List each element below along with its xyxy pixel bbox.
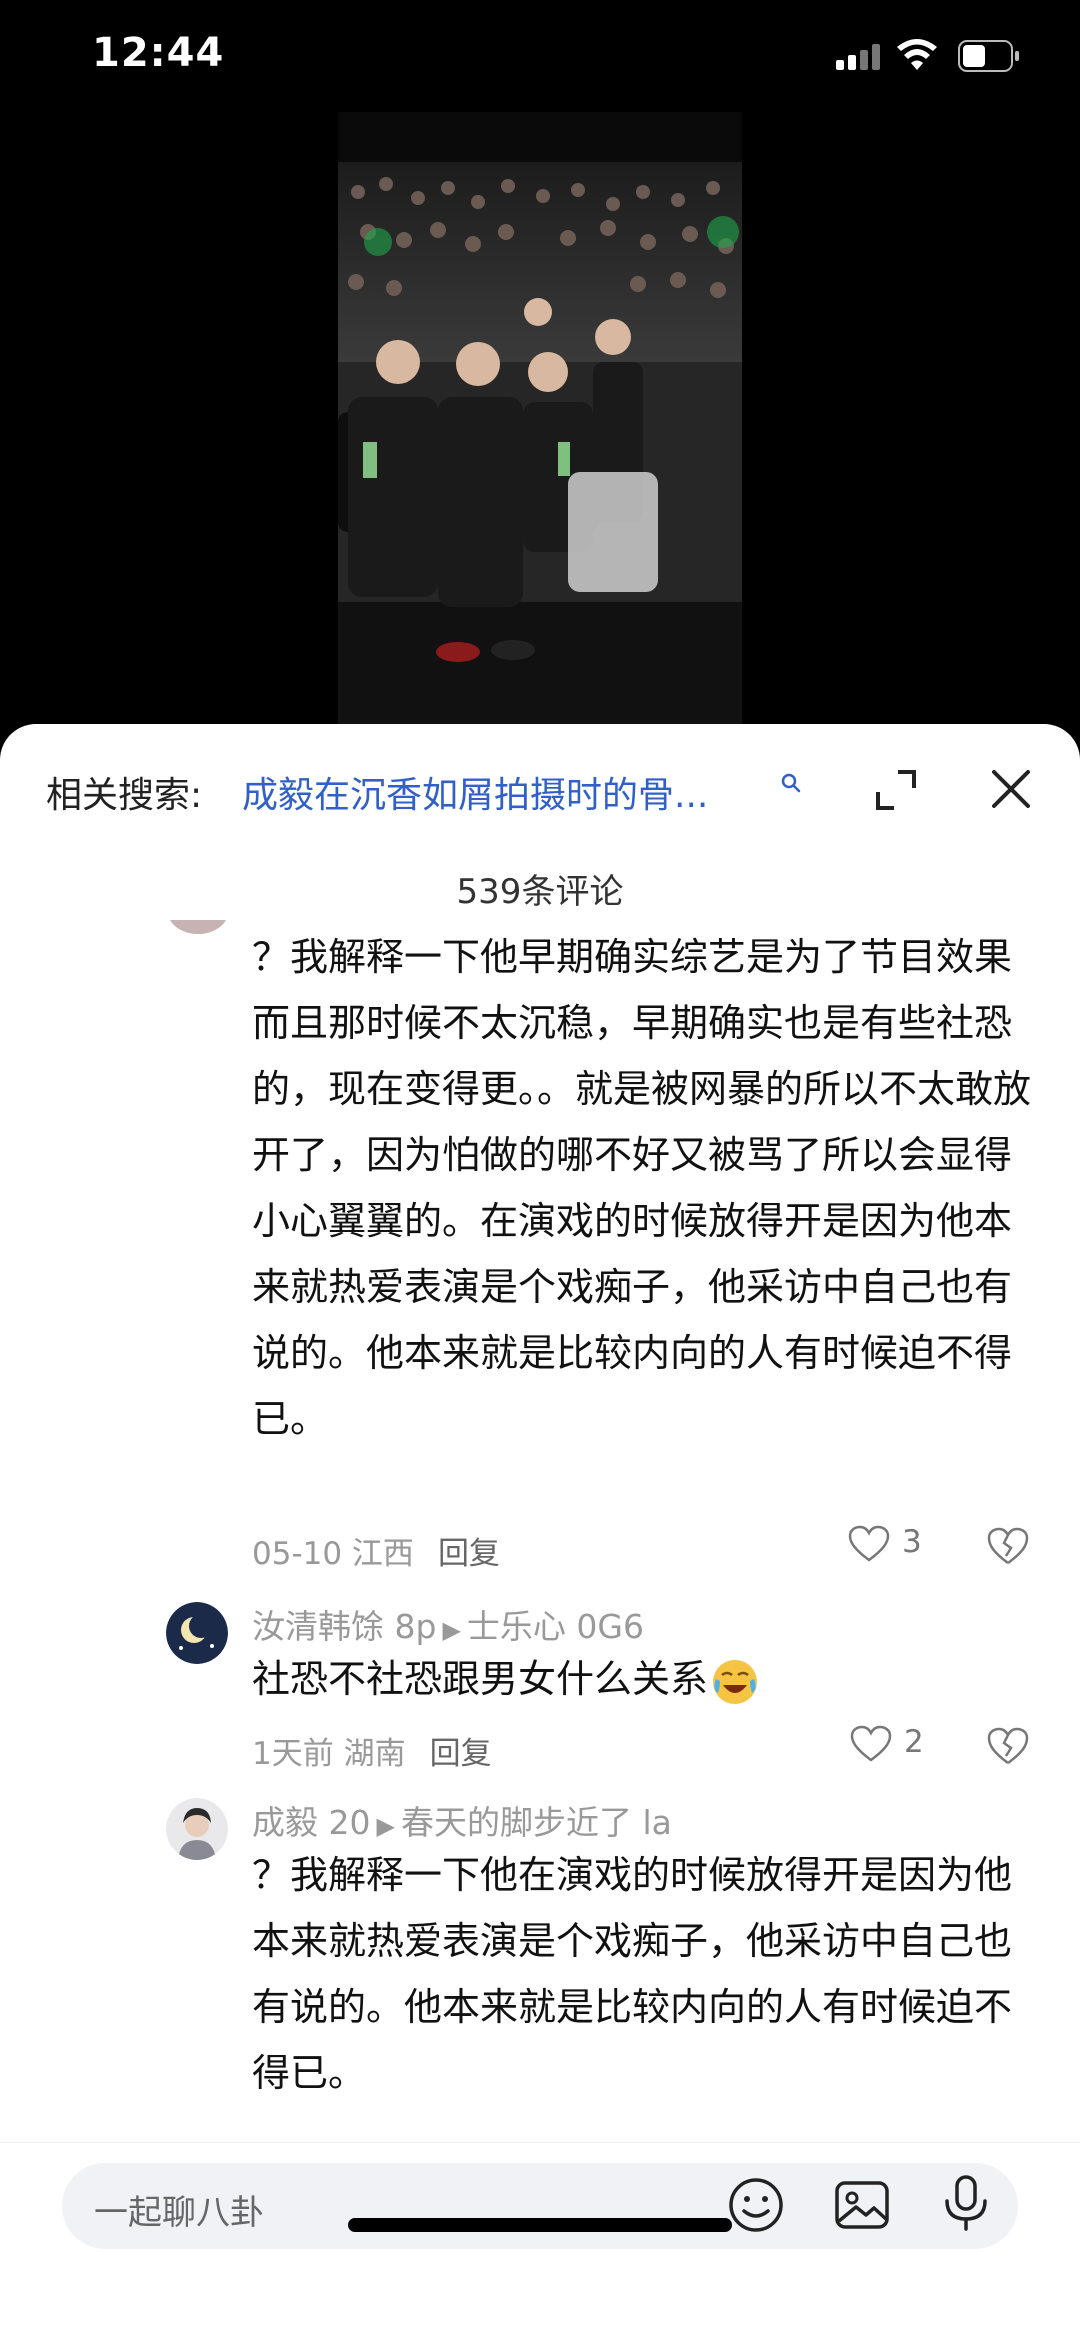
reply-to-name[interactable]: 春天的脚步近了 la	[401, 1803, 672, 1842]
heart-icon	[850, 1725, 892, 1762]
comment-meta: 1天前 湖南 回复	[252, 1728, 492, 1773]
microphone-icon[interactable]	[938, 2173, 994, 2235]
wifi-icon	[897, 39, 937, 70]
comment-meta: 05-10 江西 回复	[252, 1528, 500, 1573]
avatar[interactable]	[166, 1602, 228, 1664]
reply-button[interactable]: 回复	[438, 1536, 500, 1572]
reply-arrow-icon: ▶	[442, 1616, 461, 1644]
comment-sheet: 相关搜索: 成毅在沉香如屑拍摄时的骨... 539条评论 ？我解释一下他早期确实…	[0, 724, 1080, 2337]
like-count: 2	[904, 1724, 924, 1760]
comment-date-location: 05-10 江西	[252, 1536, 414, 1572]
related-search-link[interactable]: 成毅在沉香如屑拍摄时的骨...	[242, 766, 782, 818]
search-icon[interactable]	[780, 772, 802, 794]
broken-heart-icon[interactable]	[986, 1726, 1030, 1766]
comment-date-location: 1天前 湖南	[252, 1736, 406, 1772]
signal-icon	[836, 44, 880, 70]
battery-icon	[958, 40, 1019, 72]
related-search-label: 相关搜索:	[46, 775, 203, 816]
comment-input[interactable]: 一起聊八卦	[62, 2163, 1018, 2249]
comment-input-placeholder: 一起聊八卦	[94, 2193, 264, 2233]
home-indicator[interactable]	[348, 2218, 732, 2232]
like-button[interactable]: 3	[848, 1524, 922, 1563]
author-name[interactable]: 汝清韩馀 8p	[252, 1607, 436, 1646]
avatar[interactable]	[168, 920, 228, 934]
comment-input-bar: 一起聊八卦	[0, 2142, 1080, 2337]
avatar[interactable]	[166, 1798, 228, 1860]
comment-list[interactable]: ？我解释一下他早期确实综艺是为了节目效果而且那时候不太沉稳，早期确实也是有些社恐…	[0, 920, 1080, 2142]
status-time: 12:44	[92, 30, 225, 76]
comment-text: ？我解释一下他在演戏的时候放得开是因为他本来就热爱表演是个戏痴子，他采访中自己也…	[252, 1853, 1013, 2095]
author-name[interactable]: 成毅 20	[252, 1803, 370, 1842]
like-button[interactable]: 2	[850, 1724, 924, 1763]
reply-arrow-icon: ▶	[376, 1812, 395, 1840]
reply-button[interactable]: 回复	[430, 1736, 492, 1772]
reply-to-name[interactable]: 士乐心 0G6	[467, 1607, 644, 1646]
comment-text-content: 社恐不社恐跟男女什么关系	[252, 1657, 709, 1701]
comment-count: 539条评论	[456, 872, 624, 912]
like-count: 3	[902, 1524, 922, 1560]
image-icon[interactable]	[832, 2175, 892, 2235]
close-icon[interactable]	[990, 768, 1032, 810]
comment-author[interactable]: 成毅 20 ▶ 春天的脚步近了 la	[252, 1796, 672, 1844]
comment-author[interactable]: 汝清韩馀 8p ▶ 士乐心 0G6	[252, 1600, 644, 1648]
comment-text: ？我解释一下他早期确实综艺是为了节目效果而且那时候不太沉稳，早期确实也是有些社恐…	[252, 935, 1032, 1441]
heart-icon	[848, 1525, 890, 1562]
crying-laughing-emoji-icon	[713, 1659, 758, 1704]
emoji-icon[interactable]	[726, 2175, 786, 2235]
comment-text: 社恐不社恐跟男女什么关系	[252, 1646, 1042, 1712]
broken-heart-icon[interactable]	[986, 1526, 1030, 1566]
video-player[interactable]	[338, 112, 742, 724]
expand-icon[interactable]	[874, 768, 918, 812]
status-bar: 12:44	[0, 0, 1080, 110]
